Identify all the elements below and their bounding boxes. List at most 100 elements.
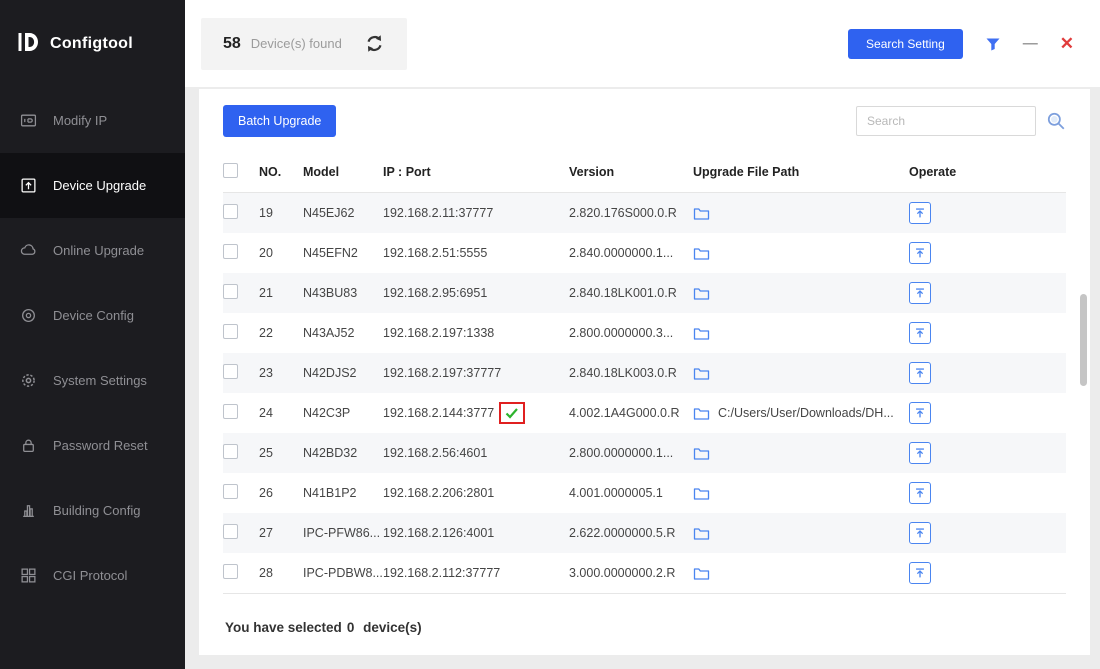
table-row: 24 N42C3P 192.168.2.144:3777 4.002.1A4G0…	[223, 393, 1066, 433]
upload-button[interactable]	[909, 282, 931, 304]
row-checkbox[interactable]	[223, 284, 238, 299]
row-operate	[909, 242, 1066, 264]
search-setting-button[interactable]: Search Setting	[848, 29, 963, 59]
browse-folder-button[interactable]	[693, 206, 710, 221]
upload-button[interactable]	[909, 202, 931, 224]
minimize-button[interactable]: —	[1023, 36, 1038, 51]
select-all-checkbox[interactable]	[223, 163, 238, 178]
refresh-button[interactable]	[364, 33, 385, 54]
row-checkbox[interactable]	[223, 444, 238, 459]
row-upgrade-file-path	[693, 566, 909, 581]
row-ip-port: 192.168.2.95:6951	[383, 286, 569, 300]
row-version: 4.001.0000005.1	[569, 486, 693, 500]
sidebar-menu: Modify IP Device Upgrade Online Upgrade	[0, 88, 185, 608]
row-version: 2.622.0000000.5.R	[569, 526, 693, 540]
browse-folder-button[interactable]	[693, 326, 710, 341]
list-toolbar: Batch Upgrade	[199, 89, 1090, 151]
row-model: IPC-PFW86...	[303, 526, 383, 540]
sidebar: Configtool Modify IP Device Upgrade	[0, 0, 185, 669]
sidebar-item-label: Modify IP	[53, 113, 107, 128]
selection-summary: You have selected0 device(s)	[199, 594, 1090, 655]
close-button[interactable]: ✕	[1060, 35, 1074, 52]
device-count: 58	[223, 35, 241, 53]
row-number: 28	[259, 566, 303, 580]
device-upgrade-icon	[20, 177, 38, 195]
sidebar-item-device-config[interactable]: Device Config	[0, 283, 185, 348]
browse-folder-button[interactable]	[693, 246, 710, 261]
table-row: 27 IPC-PFW86... 192.168.2.126:4001 2.622…	[223, 513, 1066, 553]
sidebar-item-system-settings[interactable]: System Settings	[0, 348, 185, 413]
row-checkbox[interactable]	[223, 364, 238, 379]
annotation-check	[499, 402, 525, 424]
row-ip-port: 192.168.2.11:37777	[383, 206, 569, 220]
upload-button[interactable]	[909, 442, 931, 464]
row-model: N41B1P2	[303, 486, 383, 500]
upload-button[interactable]	[909, 242, 931, 264]
browse-folder-button[interactable]	[693, 366, 710, 381]
row-number: 24	[259, 406, 303, 420]
table-row: 19 N45EJ62 192.168.2.11:37777 2.820.176S…	[223, 193, 1066, 233]
row-ip-port: 192.168.2.126:4001	[383, 526, 569, 540]
app-title: Configtool	[50, 35, 133, 53]
browse-folder-button[interactable]	[693, 486, 710, 501]
row-checkbox[interactable]	[223, 404, 238, 419]
device-config-icon	[20, 307, 38, 325]
table-row: 20 N45EFN2 192.168.2.51:5555 2.840.00000…	[223, 233, 1066, 273]
browse-folder-button[interactable]	[693, 446, 710, 461]
filter-icon[interactable]	[985, 36, 1001, 52]
table-row: 21 N43BU83 192.168.2.95:6951 2.840.18LK0…	[223, 273, 1066, 313]
row-operate	[909, 362, 1066, 384]
row-model: N42C3P	[303, 406, 383, 420]
sidebar-item-label: CGI Protocol	[53, 568, 127, 583]
column-header-ip-port: IP : Port	[383, 165, 569, 179]
selection-count: 0	[347, 620, 355, 635]
row-operate	[909, 322, 1066, 344]
upload-button[interactable]	[909, 522, 931, 544]
sidebar-item-modify-ip[interactable]: Modify IP	[0, 88, 185, 153]
browse-folder-button[interactable]	[693, 526, 710, 541]
row-checkbox[interactable]	[223, 564, 238, 579]
upload-button[interactable]	[909, 322, 931, 344]
column-header-model: Model	[303, 165, 383, 179]
upload-button[interactable]	[909, 482, 931, 504]
upload-button[interactable]	[909, 562, 931, 584]
scrollbar-thumb[interactable]	[1080, 294, 1087, 386]
search-input[interactable]	[856, 106, 1036, 136]
row-model: N42DJS2	[303, 366, 383, 380]
row-operate	[909, 282, 1066, 304]
cgi-protocol-icon	[20, 567, 38, 585]
browse-folder-button[interactable]	[693, 406, 710, 421]
sidebar-item-label: Building Config	[53, 503, 140, 518]
row-number: 22	[259, 326, 303, 340]
table-row: 25 N42BD32 192.168.2.56:4601 2.800.00000…	[223, 433, 1066, 473]
sidebar-item-label: Device Config	[53, 308, 134, 323]
main-area: 58 Device(s) found Search Setting	[185, 0, 1100, 669]
row-checkbox[interactable]	[223, 204, 238, 219]
row-version: 2.840.18LK001.0.R	[569, 286, 693, 300]
system-settings-icon	[20, 372, 38, 390]
row-checkbox[interactable]	[223, 524, 238, 539]
row-model: N43AJ52	[303, 326, 383, 340]
row-number: 20	[259, 246, 303, 260]
row-checkbox[interactable]	[223, 244, 238, 259]
browse-folder-button[interactable]	[693, 286, 710, 301]
browse-folder-button[interactable]	[693, 566, 710, 581]
sidebar-item-password-reset[interactable]: Password Reset	[0, 413, 185, 478]
upload-button[interactable]	[909, 402, 931, 424]
row-ip-port: 192.168.2.197:1338	[383, 326, 569, 340]
row-version: 2.800.0000000.3...	[569, 326, 693, 340]
modify-ip-icon	[20, 112, 38, 130]
batch-upgrade-button[interactable]: Batch Upgrade	[223, 105, 336, 137]
search-box	[856, 106, 1066, 136]
row-checkbox[interactable]	[223, 484, 238, 499]
sidebar-item-device-upgrade[interactable]: Device Upgrade	[0, 153, 185, 218]
search-icon[interactable]	[1046, 111, 1066, 131]
upload-button[interactable]	[909, 362, 931, 384]
row-version: 4.002.1A4G000.0.R	[569, 406, 693, 420]
sidebar-item-cgi-protocol[interactable]: CGI Protocol	[0, 543, 185, 608]
row-checkbox[interactable]	[223, 324, 238, 339]
sidebar-item-building-config[interactable]: Building Config	[0, 478, 185, 543]
row-number: 23	[259, 366, 303, 380]
row-version: 2.800.0000000.1...	[569, 446, 693, 460]
sidebar-item-online-upgrade[interactable]: Online Upgrade	[0, 218, 185, 283]
